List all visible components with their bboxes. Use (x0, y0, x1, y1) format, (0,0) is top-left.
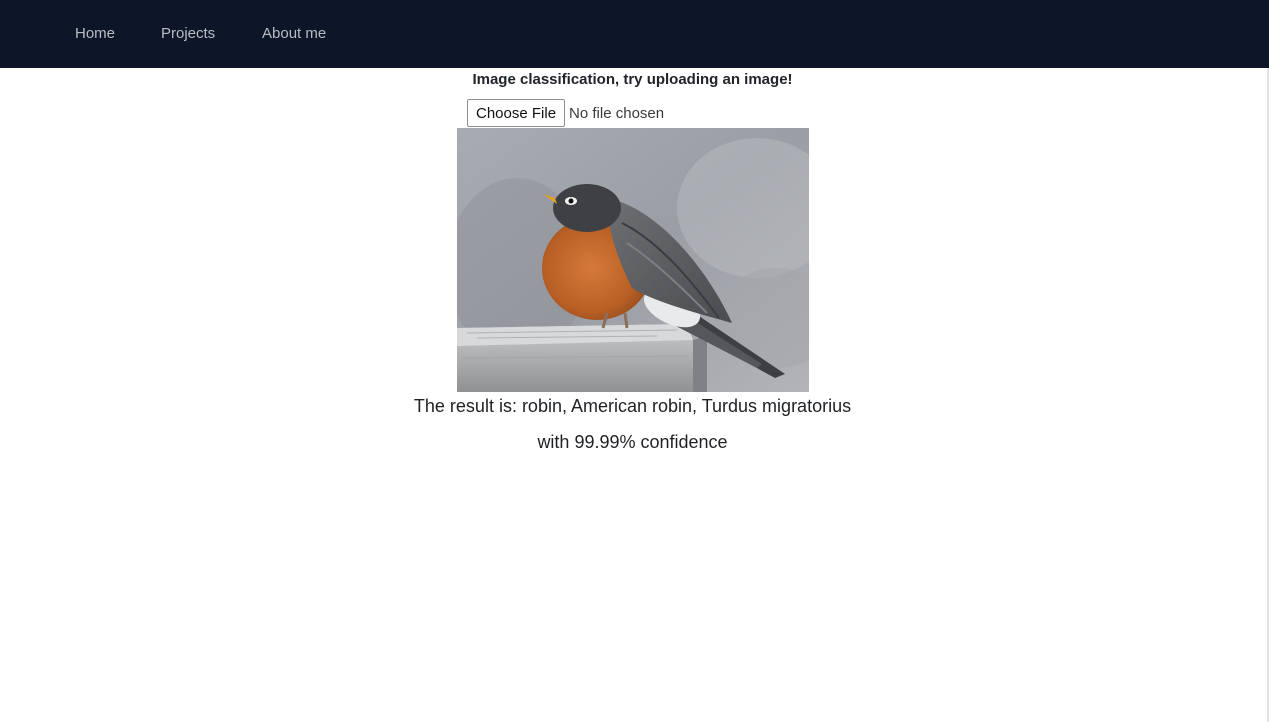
nav-projects-link[interactable]: Projects (161, 24, 215, 44)
nav-home-link[interactable]: Home (75, 24, 115, 44)
nav-about-link[interactable]: About me (262, 24, 326, 44)
robin-photo-icon (457, 128, 809, 392)
file-upload-input[interactable]: Choose File No file chosen (467, 99, 664, 127)
file-status-text: No file chosen (569, 104, 665, 122)
choose-file-button[interactable]: Choose File (467, 99, 566, 127)
confidence-text: with 99.99% confidence (537, 432, 728, 452)
page-title: Image classification, try uploading an i… (472, 71, 793, 88)
top-navbar: Home Projects About me (0, 0, 1269, 68)
result-text: The result is: robin, American robin, Tu… (413, 396, 852, 416)
uploaded-image (457, 128, 809, 392)
